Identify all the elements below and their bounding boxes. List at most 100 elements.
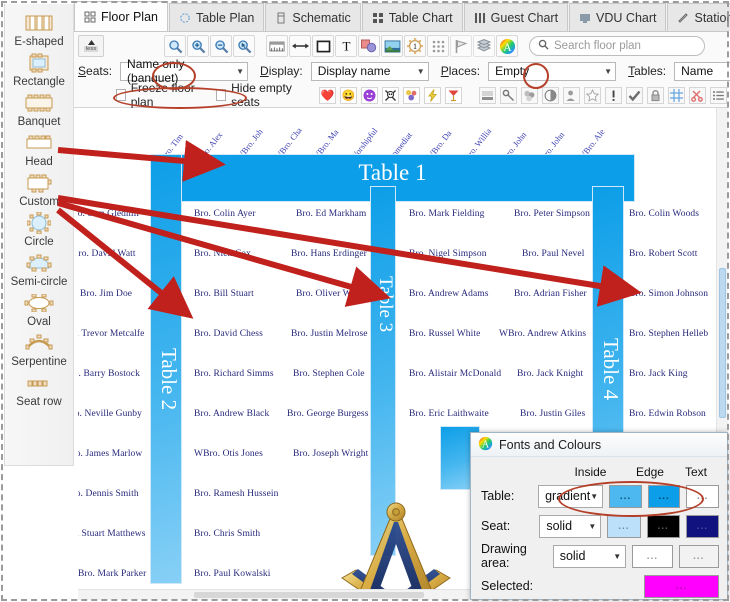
tick-icon[interactable]	[625, 86, 643, 104]
drawing-area-fill-mode-dropdown[interactable]: solid ▼	[552, 544, 627, 568]
person-icon[interactable]	[562, 86, 580, 104]
sidebar-item-semi-circle[interactable]: Semi-circle	[5, 252, 73, 289]
seat-name: Bro. Ramesh Hussein	[194, 489, 279, 499]
sidebar-item-serpentine[interactable]: Serpentine	[5, 332, 73, 369]
display-dropdown[interactable]: Display name ▼	[310, 61, 429, 81]
table-inside-colour-swatch[interactable]: ...	[609, 484, 642, 508]
seat-inside-colour-swatch[interactable]: ...	[607, 514, 641, 538]
tab-guest-chart[interactable]: Guest Chart	[463, 3, 569, 31]
star-icon[interactable]	[583, 86, 601, 104]
sidebar-item-banquet[interactable]: Banquet	[5, 92, 73, 129]
tab-vdu-chart[interactable]: VDU Chart	[569, 3, 667, 31]
tab-stationery[interactable]: Stationery	[667, 3, 730, 31]
search-input[interactable]: Search floor plan	[529, 36, 705, 56]
seat-colour-row: Seat: solid ▼ ... ... ...	[481, 511, 719, 541]
swatch-ellipsis: ...	[675, 580, 688, 592]
svg-text:1: 1	[413, 42, 417, 51]
table-fill-mode-dropdown[interactable]: gradient ▼	[538, 484, 604, 508]
dimension-arrows-icon[interactable]	[289, 35, 311, 57]
svg-text:A: A	[503, 41, 512, 53]
zoom-selection-icon[interactable]	[233, 35, 255, 57]
seat-name: Bro. Jack Knight	[517, 369, 584, 379]
numbering-icon[interactable]: 1	[404, 35, 426, 57]
zoom-in-icon[interactable]	[187, 35, 209, 57]
selected-colour-row: Selected: ...	[481, 571, 719, 601]
text-icon[interactable]: T	[335, 35, 357, 57]
selected-colour-swatch[interactable]: ...	[644, 574, 719, 598]
zoom-icon[interactable]	[164, 35, 186, 57]
seat-name: Bro. Edwin Robson	[629, 409, 706, 419]
martini-icon[interactable]	[444, 86, 462, 104]
schematic-icon	[275, 12, 287, 24]
drawing-area-inside-colour-swatch[interactable]: ...	[632, 544, 673, 568]
key-icon[interactable]	[499, 86, 517, 104]
sidebar-item-oval[interactable]: Oval	[5, 292, 73, 329]
zoom-out-icon[interactable]	[210, 35, 232, 57]
freeze-floor-plan-checkbox[interactable]: Freeze floor plan	[116, 81, 199, 109]
seat-name: Bro. Jack King	[629, 369, 688, 379]
dialog-title: Fonts and Colours	[499, 437, 602, 452]
lock-icon[interactable]	[646, 86, 664, 104]
seat-edge-colour-swatch[interactable]: ...	[646, 514, 680, 538]
image-icon[interactable]	[381, 35, 403, 57]
sidebar-item-head[interactable]: Head	[5, 132, 73, 169]
grid-icon[interactable]	[667, 86, 685, 104]
less-button-label: less	[83, 46, 99, 52]
dialog-body: Inside Edge Text Table: gradient ▼ ... .…	[471, 457, 727, 599]
tab-table-chart[interactable]: Table Chart	[361, 3, 463, 31]
flag-icon[interactable]	[450, 35, 472, 57]
seats-dropdown[interactable]: Name only (banquet) ▼	[120, 57, 249, 85]
ruler-icon[interactable]	[266, 35, 288, 57]
places-dropdown[interactable]: Empty ▼	[488, 61, 617, 81]
fill-icon[interactable]	[478, 86, 496, 104]
seat-name: Bro. Mark Parker	[78, 569, 147, 579]
group-icon[interactable]	[520, 86, 538, 104]
list-icon[interactable]	[709, 86, 727, 104]
dialog-title-bar[interactable]: A Fonts and Colours	[471, 433, 727, 457]
scissors-icon[interactable]	[688, 86, 706, 104]
seat-name: Bro. Joseph Wright	[293, 449, 369, 459]
sidebar-item-label: Head	[25, 156, 53, 168]
seat-name: Bro. Stuart Matthews	[74, 529, 146, 539]
chevron-down-icon: ▼	[613, 551, 622, 561]
grid-dots-icon[interactable]	[427, 35, 449, 57]
exclamation-icon[interactable]	[604, 86, 622, 104]
shapes-icon[interactable]	[358, 35, 380, 57]
heart-icon[interactable]: ❤️	[318, 86, 336, 104]
scrollbar-thumb[interactable]	[194, 592, 424, 598]
seat-name: Bro. Trevor Metcalfe	[74, 329, 145, 339]
colour-wheel-icon[interactable]: A	[496, 35, 518, 57]
seat-fill-mode-dropdown[interactable]: solid ▼	[539, 514, 602, 538]
cocktail-icon[interactable]	[402, 86, 420, 104]
split-icon[interactable]	[541, 86, 559, 104]
sidebar-item-rectangle[interactable]: Rectangle	[5, 52, 73, 89]
layers-icon[interactable]	[473, 35, 495, 57]
tab-table-plan[interactable]: Table Plan	[168, 3, 265, 31]
table-edge-colour-swatch[interactable]: ...	[647, 484, 681, 508]
sidebar-item-circle[interactable]: Circle	[5, 212, 73, 249]
seat-name: Bro. Hans Erdinger	[291, 249, 367, 259]
seat-text-colour-swatch[interactable]: ...	[685, 514, 719, 538]
lightning-icon[interactable]	[423, 86, 441, 104]
table-text-colour-swatch[interactable]: ...	[686, 484, 719, 508]
smiley-icon[interactable]: 😀	[339, 86, 357, 104]
sidebar-item-seat-row[interactable]: Seat row	[5, 372, 73, 409]
search-placeholder: Search floor plan	[554, 40, 641, 52]
less-button[interactable]: less	[78, 35, 104, 57]
tab-label: VDU Chart	[596, 10, 657, 25]
tables-input[interactable]: Name	[674, 61, 730, 81]
rectangle-icon[interactable]	[312, 35, 334, 57]
scrollbar-thumb[interactable]	[719, 268, 726, 418]
drawing-area-edge-colour-swatch[interactable]: ...	[678, 544, 720, 568]
seat-name: Bro. Peter Simpson	[514, 209, 590, 219]
sidebar-item-e-shaped[interactable]: E-shaped	[5, 12, 73, 49]
custom-table-icon	[24, 172, 54, 194]
tab-schematic[interactable]: Schematic	[265, 3, 361, 31]
purple-face-icon[interactable]	[360, 86, 378, 104]
skull-icon[interactable]	[381, 86, 399, 104]
tab-floor-plan[interactable]: Floor Plan	[74, 1, 168, 31]
drawing-area-colour-row: Drawing area: solid ▼ ... ...	[481, 541, 720, 571]
hide-empty-seats-checkbox[interactable]: Hide empty seats	[216, 81, 302, 109]
sidebar-item-custom[interactable]: Custom	[5, 172, 73, 209]
swatch-ellipsis: ...	[693, 550, 705, 562]
